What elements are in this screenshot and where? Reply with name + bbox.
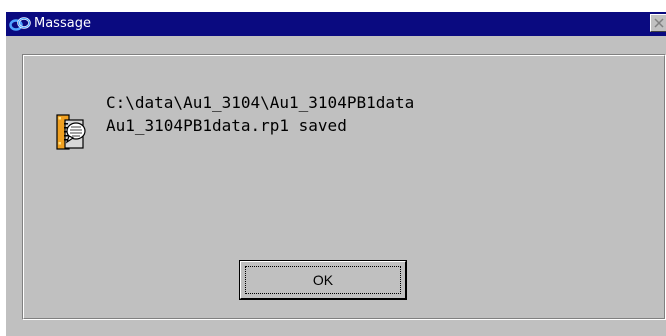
window-title: Massage [34, 16, 91, 31]
close-button[interactable] [650, 14, 666, 32]
title-bar[interactable]: Massage [6, 12, 666, 36]
message-path-text: C:\data\Au1_3104\Au1_3104PB1data [106, 93, 415, 112]
document-info-icon [55, 112, 87, 152]
close-icon [654, 18, 664, 28]
app-link-icon [9, 16, 31, 32]
message-dialog: Massage C:\data\Au1_3104\Au1_3104PB1data… [6, 12, 666, 336]
ok-button[interactable]: OK [239, 260, 407, 300]
message-status-text: Au1_3104PB1data.rp1 saved [106, 116, 347, 135]
ok-button-label: OK [312, 272, 334, 288]
